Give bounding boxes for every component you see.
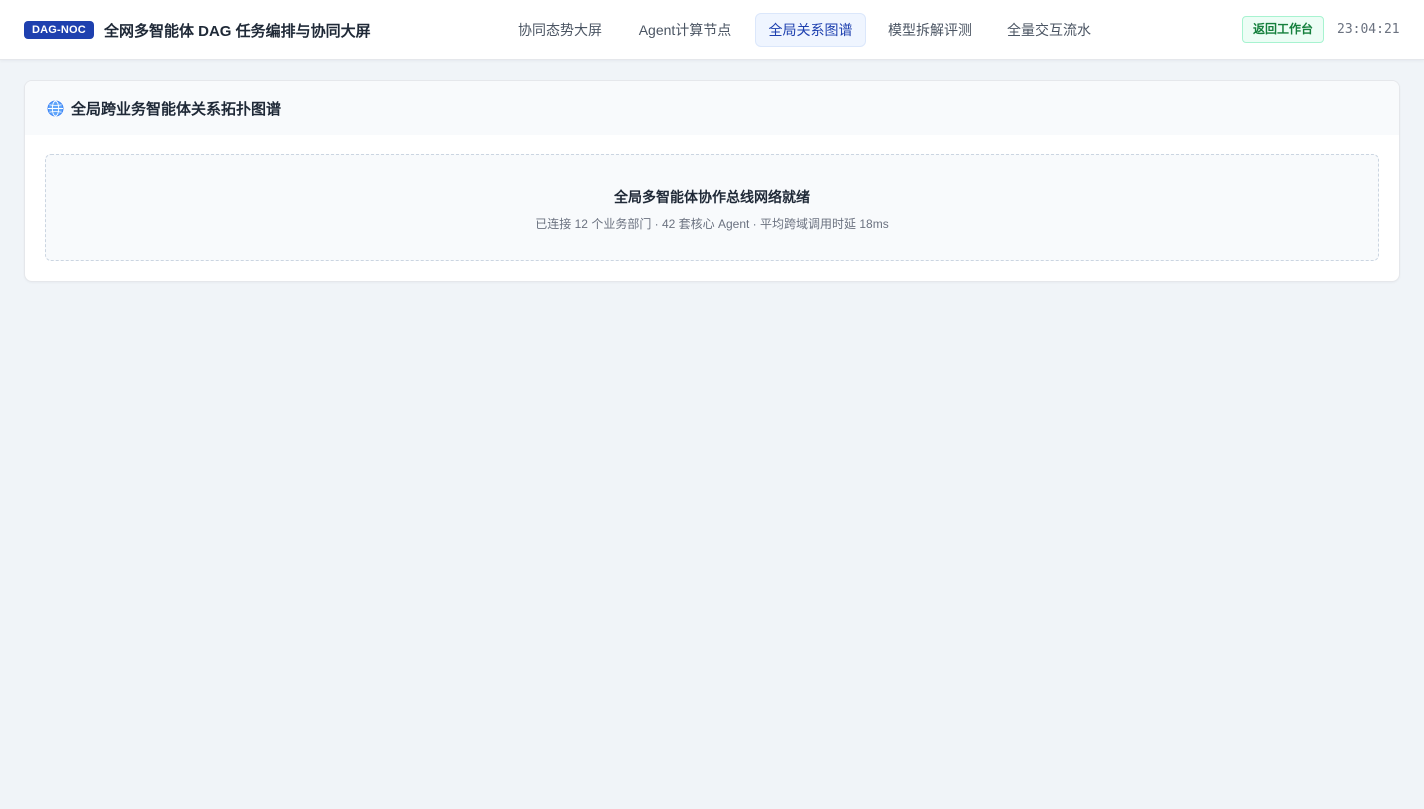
tab-agent-nodes[interactable]: Agent计算节点 (626, 13, 744, 47)
tab-global-graph[interactable]: 全局关系图谱 (755, 13, 866, 47)
tab-interaction-log[interactable]: 全量交互流水 (995, 13, 1103, 47)
network-status-box: 全局多智能体协作总线网络就绪 已连接 12 个业务部门 · 42 套核心 Age… (45, 154, 1379, 261)
topology-panel: 全局跨业务智能体关系拓扑图谱 全局多智能体协作总线网络就绪 已连接 12 个业务… (24, 80, 1400, 282)
clock: 23:04:21 (1337, 22, 1400, 37)
brand-badge: DAG-NOC (24, 21, 94, 39)
return-workbench-button[interactable]: 返回工作台 (1242, 16, 1324, 43)
tab-model-eval[interactable]: 模型拆解评测 (876, 13, 984, 47)
brand: DAG-NOC 全网多智能体 DAG 任务编排与协同大屏 (24, 0, 371, 60)
panel-header: 全局跨业务智能体关系拓扑图谱 (25, 81, 1399, 135)
tab-collab-dashboard[interactable]: 协同态势大屏 (506, 13, 614, 47)
status-title: 全局多智能体协作总线网络就绪 (614, 189, 810, 205)
globe-icon (47, 100, 64, 117)
status-subtitle: 已连接 12 个业务部门 · 42 套核心 Agent · 平均跨域调用时延 1… (535, 217, 889, 231)
app-title: 全网多智能体 DAG 任务编排与协同大屏 (103, 22, 371, 40)
panel-title: 全局跨业务智能体关系拓扑图谱 (71, 100, 282, 118)
top-bar: DAG-NOC 全网多智能体 DAG 任务编排与协同大屏 协同态势大屏 Agen… (0, 0, 1424, 60)
